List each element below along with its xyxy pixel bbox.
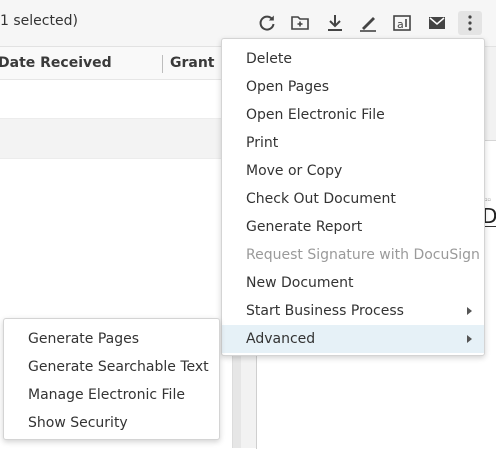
menu-item-label: Advanced [246,331,316,347]
menu-item-label: Start Business Process [246,303,404,319]
menu-item-move-or-copy[interactable]: Move or Copy [222,157,484,185]
svg-text:a: a [397,18,404,31]
menu-item-generate-report[interactable]: Generate Report [222,213,484,241]
more-actions-menu: Delete Open Pages Open Electronic File P… [221,38,485,356]
submenu-item-generate-searchable-text[interactable]: Generate Searchable Text [4,353,219,381]
text-recognition-icon[interactable]: a [390,11,414,35]
menu-item-open-pages[interactable]: Open Pages [222,73,484,101]
menu-item-new-document[interactable]: New Document [222,269,484,297]
menu-item-open-electronic-file[interactable]: Open Electronic File [222,101,484,129]
advanced-submenu: Generate Pages Generate Searchable Text … [3,318,220,440]
more-vertical-icon[interactable] [458,11,482,35]
submenu-arrow-icon [467,335,472,343]
new-folder-icon[interactable] [288,11,312,35]
submenu-item-manage-electronic-file[interactable]: Manage Electronic File [4,381,219,409]
table-header: Date Received Grant [0,47,232,80]
refresh-icon[interactable] [255,11,279,35]
menu-item-delete[interactable]: Delete [222,45,484,73]
menu-item-advanced[interactable]: Advanced [222,325,484,353]
submenu-item-generate-pages[interactable]: Generate Pages [4,325,219,353]
sign-icon[interactable] [356,11,380,35]
menu-item-print[interactable]: Print [222,129,484,157]
submenu-arrow-icon [467,307,472,315]
column-header-grant[interactable]: Grant [170,55,215,71]
mail-icon[interactable] [425,11,449,35]
table-row[interactable] [0,119,232,159]
preview-small-text: ▫▫ [484,197,491,203]
menu-item-check-out-document[interactable]: Check Out Document [222,185,484,213]
menu-item-request-signature-docusign: Request Signature with DocuSign [246,247,480,263]
selection-count: 1 selected) [0,13,78,29]
submenu-item-show-security[interactable]: Show Security [4,409,219,437]
table-row[interactable] [0,80,232,119]
column-header-date-received[interactable]: Date Received [0,55,112,71]
column-separator[interactable] [162,55,163,73]
menu-item-start-business-process[interactable]: Start Business Process [222,297,484,325]
download-icon[interactable] [323,11,347,35]
